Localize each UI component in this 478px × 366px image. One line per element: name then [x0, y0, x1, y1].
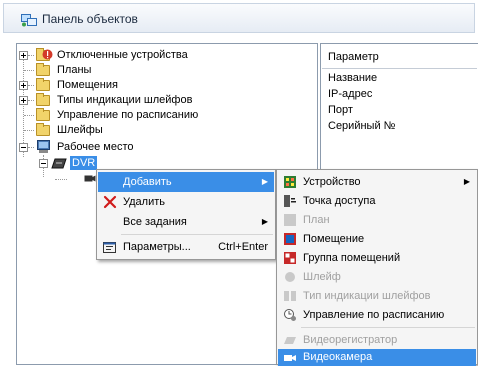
menu-item-shortcut: Ctrl+Enter: [218, 241, 268, 253]
submenu-item-schedule-control[interactable]: Управление по расписанию: [278, 305, 476, 325]
menu-separator: [301, 327, 475, 328]
expand-icon[interactable]: [19, 51, 28, 60]
submenu-item-loop: Шлейф: [278, 267, 476, 287]
submenu-item-plan: План: [278, 210, 476, 230]
camera-icon: [84, 175, 96, 182]
param-name: Название: [328, 72, 378, 84]
tree-item-loop-indication-types[interactable]: Типы индикации шлейфов: [17, 93, 307, 107]
loop-indication-icon: [284, 291, 296, 301]
submenu-item-access-point[interactable]: Точка доступа: [278, 191, 476, 211]
tree-item-label: Помещения: [57, 79, 118, 91]
tree-item-label: Рабочее место: [57, 141, 134, 153]
panel-title: Панель объектов: [42, 12, 138, 26]
properties-icon: [103, 242, 116, 253]
delete-icon: [103, 195, 117, 209]
menu-item-label: Устройство: [303, 176, 361, 188]
tree-item-label: Планы: [57, 64, 92, 76]
video-recorder-icon: [284, 337, 296, 344]
param-column-header[interactable]: Параметр: [322, 48, 477, 69]
submenu-item-device[interactable]: Устройство ▶: [278, 172, 476, 192]
submenu-arrow-icon: ▶: [261, 177, 268, 186]
plan-icon: [284, 214, 296, 226]
tree-item-disabled-devices[interactable]: Отключенные устройства: [17, 48, 307, 62]
collapse-icon[interactable]: [19, 143, 28, 152]
room-icon: [284, 233, 296, 245]
collapse-icon[interactable]: [39, 159, 48, 168]
folder-icon: [36, 78, 50, 91]
loop-icon: [285, 272, 295, 282]
menu-item-add[interactable]: Добавить ▶: [98, 172, 274, 192]
context-menu: Добавить ▶ Удалить Все задания ▶ Парамет…: [96, 169, 276, 260]
folder-icon: [36, 123, 50, 136]
workstation-icon: [37, 140, 50, 153]
objects-panel-icon: [21, 14, 37, 27]
menu-item-label: Добавить: [123, 176, 172, 188]
menu-item-label: Шлейф: [303, 271, 341, 283]
folder-icon: [36, 108, 50, 121]
folder-icon: [36, 63, 50, 76]
menu-item-label: Помещение: [303, 233, 365, 245]
tree-item-label: Шлейфы: [57, 124, 103, 136]
tree-item-label: Управление по расписанию: [57, 109, 199, 121]
schedule-icon: [284, 309, 296, 321]
room-group-icon: [284, 252, 296, 264]
warning-icon: [42, 49, 53, 60]
menu-item-delete[interactable]: Удалить: [98, 192, 274, 212]
menu-item-label: Тип индикации шлейфов: [303, 290, 431, 302]
menu-item-label: Видеорегистратор: [303, 334, 398, 346]
object-panel-window: Панель объектов Отключенные устройства П…: [0, 0, 478, 366]
param-port: Порт: [328, 104, 353, 116]
menu-item-label: Видеокамера: [303, 351, 373, 363]
device-icon: [284, 176, 296, 188]
menu-item-all-tasks[interactable]: Все задания ▶: [98, 212, 274, 232]
submenu-item-room-group[interactable]: Группа помещений: [278, 248, 476, 268]
menu-item-label: Точка доступа: [303, 195, 376, 207]
submenu-item-video-recorder: Видеорегистратор: [278, 330, 476, 350]
tree-item-camera[interactable]: [17, 172, 97, 186]
menu-item-parameters[interactable]: Параметры... Ctrl+Enter: [98, 237, 274, 257]
tree-item-label: DVR: [70, 156, 98, 170]
tree-item-loops[interactable]: Шлейфы: [17, 123, 307, 137]
tree-item-label: Типы индикации шлейфов: [57, 94, 193, 106]
submenu-arrow-icon: ▶: [261, 217, 268, 226]
menu-separator: [121, 234, 273, 235]
add-submenu: Устройство ▶ Точка доступа План Помещени…: [276, 169, 478, 366]
submenu-item-loop-indication-type: Тип индикации шлейфов: [278, 286, 476, 306]
tree-item-label: Отключенные устройства: [57, 49, 188, 61]
param-header-label: Параметр: [328, 51, 379, 63]
access-point-icon: [284, 195, 296, 207]
menu-item-label: Параметры...: [123, 241, 191, 253]
menu-item-label: Управление по расписанию: [303, 309, 445, 321]
submenu-item-room[interactable]: Помещение: [278, 229, 476, 249]
expand-icon[interactable]: [19, 81, 28, 90]
tree-item-plans[interactable]: Планы: [17, 63, 307, 77]
tree-item-rooms[interactable]: Помещения: [17, 78, 307, 92]
tree-item-dvr[interactable]: DVR: [17, 156, 307, 170]
param-serial-number: Серийный №: [328, 120, 396, 132]
submenu-arrow-icon: ▶: [463, 177, 470, 186]
dvr-icon: [51, 158, 67, 169]
submenu-item-video-camera[interactable]: Видеокамера: [278, 349, 476, 366]
menu-item-label: Удалить: [123, 196, 165, 208]
tree-item-schedule-control[interactable]: Управление по расписанию: [17, 108, 307, 122]
param-ip-address: IP-адрес: [328, 88, 373, 100]
menu-item-label: План: [303, 214, 330, 226]
video-camera-icon: [284, 355, 296, 361]
expand-icon[interactable]: [19, 96, 28, 105]
panel-titlebar: Панель объектов: [3, 3, 475, 33]
folder-icon: [36, 93, 50, 106]
tree-item-workstation[interactable]: Рабочее место: [17, 140, 307, 154]
menu-item-label: Все задания: [123, 216, 187, 228]
menu-item-label: Группа помещений: [303, 252, 401, 264]
